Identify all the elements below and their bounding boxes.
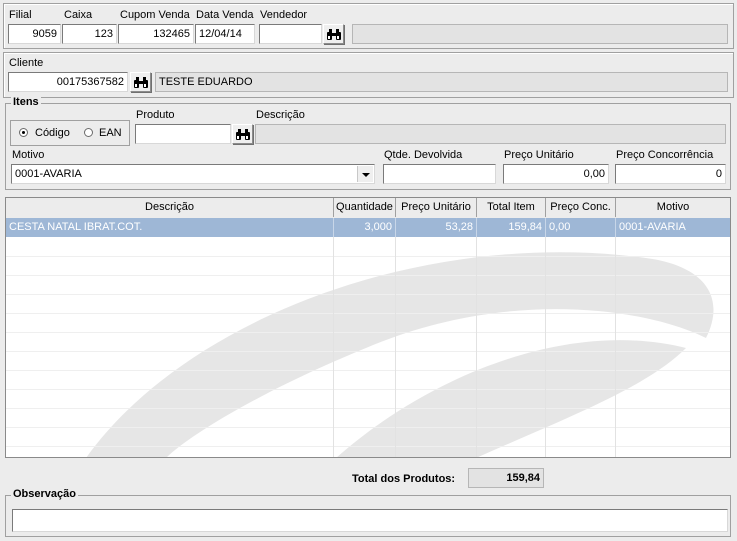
produto-label: Produto	[136, 109, 175, 121]
motivo-select-value: 0001-AVARIA	[15, 168, 82, 180]
itens-title: Itens	[11, 96, 41, 108]
cell-total-item: 159,84	[477, 218, 546, 237]
col-motivo[interactable]: Motivo	[616, 198, 730, 217]
binoculars-icon	[134, 77, 148, 88]
descricao-field	[255, 124, 726, 144]
col-quantidade[interactable]: Quantidade	[334, 198, 396, 217]
cliente-search-button[interactable]	[130, 72, 151, 92]
items-grid[interactable]: Descrição Quantidade Preço Unitário Tota…	[5, 197, 731, 458]
cell-descricao: CESTA NATAL IBRAT.COT.	[6, 218, 334, 237]
data-venda-field[interactable]: 12/04/14	[195, 24, 255, 44]
vendedor-search-button[interactable]	[323, 24, 344, 44]
watermark-logo	[86, 252, 714, 457]
cell-motivo: 0001-AVARIA	[619, 221, 686, 233]
filial-field[interactable]: 9059	[8, 24, 61, 44]
radio-ean[interactable]	[84, 128, 93, 137]
cell-preco-conc: 0,00	[546, 218, 616, 237]
grid-header: Descrição Quantidade Preço Unitário Tota…	[6, 198, 730, 219]
preco-unitario-field[interactable]: 0,00	[503, 164, 609, 184]
col-preco-conc[interactable]: Preço Conc.	[546, 198, 616, 217]
binoculars-icon	[236, 129, 250, 140]
radio-codigo-label[interactable]: Código	[35, 127, 70, 139]
filial-label: Filial	[9, 9, 32, 21]
descricao-label: Descrição	[256, 109, 305, 121]
caixa-field[interactable]: 123	[62, 24, 117, 44]
produto-field[interactable]	[135, 124, 231, 144]
vendedor-label: Vendedor	[260, 9, 308, 21]
preco-concorrencia-field[interactable]: 0	[615, 164, 726, 184]
radio-codigo[interactable]	[19, 128, 28, 137]
produto-search-button[interactable]	[232, 124, 253, 144]
radio-ean-label[interactable]: EAN	[99, 127, 122, 139]
table-row[interactable]: CESTA NATAL IBRAT.COT. 3,000 53,28 159,8…	[6, 218, 730, 237]
chevron-down-icon[interactable]	[357, 166, 373, 182]
motivo-label: Motivo	[12, 149, 45, 161]
observacao-field[interactable]	[12, 509, 728, 532]
qtde-field[interactable]	[383, 164, 496, 184]
qtde-label: Qtde. Devolvida	[384, 149, 463, 161]
caixa-label: Caixa	[64, 9, 93, 21]
col-descricao[interactable]: Descrição	[6, 198, 334, 217]
total-produtos-label: Total dos Produtos:	[352, 473, 456, 485]
binoculars-icon	[327, 29, 341, 40]
vendedor-name-field	[352, 24, 728, 44]
cupom-field[interactable]: 132465	[118, 24, 194, 44]
cliente-name-field: TESTE EDUARDO	[155, 72, 728, 92]
data-venda-label: Data Venda	[196, 9, 254, 21]
observacao-title: Observação	[11, 488, 78, 500]
cliente-label: Cliente	[9, 57, 44, 69]
cell-preco-unitario: 53,28	[396, 218, 477, 237]
cliente-code-field[interactable]: 00175367582	[8, 72, 128, 92]
cell-quantidade: 3,000	[334, 218, 396, 237]
col-preco-unitario[interactable]: Preço Unitário	[396, 198, 477, 217]
motivo-select[interactable]: 0001-AVARIA	[11, 164, 375, 184]
total-produtos-field: 159,84	[468, 468, 544, 488]
preco-unitario-label: Preço Unitário	[504, 149, 574, 161]
preco-concorrencia-label: Preço Concorrência	[616, 149, 714, 161]
col-total-item[interactable]: Total Item	[477, 198, 546, 217]
vendedor-field[interactable]	[259, 24, 322, 44]
cupom-label: Cupom Venda	[120, 9, 190, 21]
